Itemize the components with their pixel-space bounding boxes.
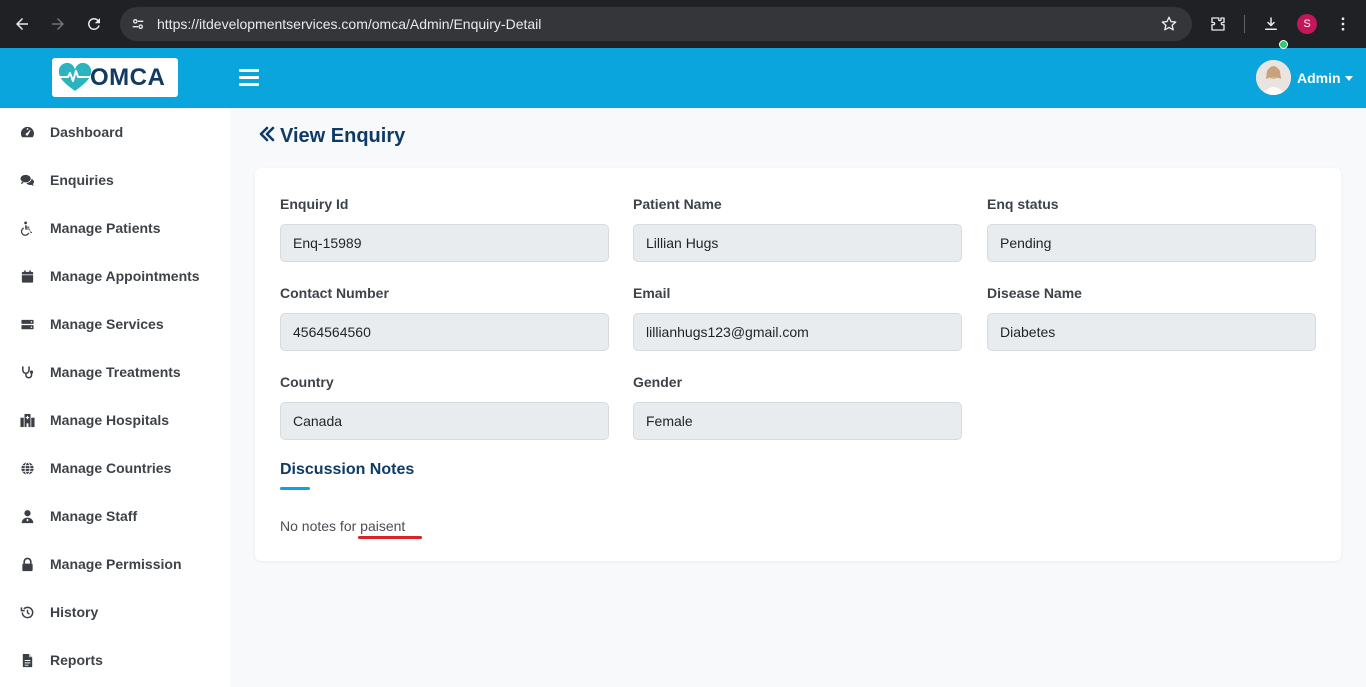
- browser-toolbar: https://itdevelopmentservices.com/omca/A…: [0, 0, 1366, 48]
- country-label: Country: [280, 374, 334, 390]
- globe-icon: [19, 460, 35, 476]
- country-field[interactable]: Canada: [280, 402, 609, 440]
- hamburger-line: [239, 69, 259, 72]
- page-title: View Enquiry: [258, 125, 405, 148]
- heart-pulse-icon: [58, 62, 92, 91]
- contact-number-label: Contact Number: [280, 285, 389, 301]
- sidebar-item-label: Manage Staff: [50, 508, 138, 524]
- file-icon: [19, 652, 35, 668]
- sidebar: Dashboard Enquiries Manage Patients Mana…: [0, 108, 230, 687]
- logo-text: OMCA: [90, 63, 166, 91]
- contact-number-field[interactable]: 4564564560: [280, 313, 609, 351]
- spellcheck-underline: [358, 536, 422, 539]
- sidebar-toggle-button[interactable]: [239, 69, 259, 86]
- enq-status-label: Enq status: [987, 196, 1059, 212]
- sidebar-item-manage-services[interactable]: Manage Services: [0, 304, 230, 344]
- sidebar-item-dashboard[interactable]: Dashboard: [0, 112, 230, 152]
- user-doctor-icon: [19, 508, 35, 524]
- email-label: Email: [633, 285, 671, 301]
- sidebar-item-label: Manage Treatments: [50, 364, 181, 380]
- sidebar-item-label: Manage Hospitals: [50, 412, 170, 428]
- sidebar-item-label: Manage Countries: [50, 460, 172, 476]
- user-menu[interactable]: Admin: [1256, 60, 1353, 95]
- sidebar-item-label: History: [50, 604, 99, 620]
- enquiry-id-label: Enquiry Id: [280, 196, 349, 212]
- caret-down-icon: [1344, 75, 1353, 81]
- lock-icon: [19, 556, 35, 572]
- sidebar-item-manage-appointments[interactable]: Manage Appointments: [0, 256, 230, 296]
- reload-icon: [87, 17, 100, 30]
- sidebar-item-manage-hospitals[interactable]: Manage Hospitals: [0, 400, 230, 440]
- heading-underline: [280, 487, 310, 490]
- sidebar-item-label: Manage Permission: [50, 556, 182, 572]
- enq-status-field[interactable]: Pending: [987, 224, 1316, 262]
- toolbar-divider: [1244, 15, 1245, 33]
- sidebar-item-label: Manage Services: [50, 316, 164, 332]
- back-chevrons-icon[interactable]: [258, 125, 276, 148]
- puzzle-icon: [1211, 17, 1225, 31]
- online-status-indicator: [1279, 40, 1288, 49]
- sidebar-item-manage-staff[interactable]: Manage Staff: [0, 496, 230, 536]
- disease-name-field[interactable]: Diabetes: [987, 313, 1316, 351]
- server-icon: [19, 316, 35, 332]
- kebab-menu-icon: [1341, 17, 1345, 31]
- profile-button[interactable]: S: [1289, 6, 1325, 42]
- calendar-icon: [19, 268, 35, 284]
- downloads-button[interactable]: [1253, 6, 1289, 42]
- page-title-text: View Enquiry: [280, 125, 406, 147]
- hospital-icon: [19, 412, 35, 428]
- enquiry-detail-card: Enquiry Id Enq-15989 Patient Name Lillia…: [255, 168, 1341, 561]
- discussion-note-text: No notes for paisent: [280, 518, 406, 534]
- sidebar-item-label: Enquiries: [50, 172, 114, 188]
- arrow-left-icon: [16, 18, 28, 30]
- email-field[interactable]: lillianhugs123@gmail.com: [633, 313, 962, 351]
- user-avatar: [1256, 60, 1291, 95]
- patient-name-field[interactable]: Lillian Hugs: [633, 224, 962, 262]
- browser-menu-button[interactable]: [1325, 6, 1361, 42]
- gender-label: Gender: [633, 374, 683, 390]
- download-icon: [1265, 17, 1277, 30]
- address-bar[interactable]: https://itdevelopmentservices.com/omca/A…: [120, 7, 1192, 41]
- gender-field[interactable]: Female: [633, 402, 962, 440]
- sidebar-item-manage-permission[interactable]: Manage Permission: [0, 544, 230, 584]
- patient-name-label: Patient Name: [633, 196, 722, 212]
- sidebar-item-history[interactable]: History: [0, 592, 230, 632]
- hamburger-line: [239, 76, 259, 79]
- arrow-right-icon: [52, 18, 64, 30]
- stethoscope-icon: [19, 364, 35, 380]
- site-settings-icon[interactable]: [122, 7, 154, 41]
- url-text[interactable]: https://itdevelopmentservices.com/omca/A…: [157, 16, 541, 32]
- sidebar-item-reports[interactable]: Reports: [0, 640, 230, 680]
- reload-button[interactable]: [76, 6, 112, 42]
- gauge-icon: [19, 124, 35, 140]
- history-icon: [19, 604, 35, 620]
- profile-avatar: S: [1297, 14, 1317, 34]
- sidebar-item-enquiries[interactable]: Enquiries: [0, 160, 230, 200]
- sidebar-item-label: Manage Patients: [50, 220, 161, 236]
- extensions-button[interactable]: [1200, 6, 1236, 42]
- sidebar-item-manage-countries[interactable]: Manage Countries: [0, 448, 230, 488]
- sidebar-item-manage-treatments[interactable]: Manage Treatments: [0, 352, 230, 392]
- discussion-notes-heading: Discussion Notes: [280, 461, 415, 478]
- hamburger-line: [239, 83, 259, 86]
- back-button[interactable]: [4, 6, 40, 42]
- sidebar-item-label: Manage Appointments: [50, 268, 200, 284]
- forward-button[interactable]: [40, 6, 76, 42]
- bookmark-star-icon[interactable]: [1160, 15, 1178, 38]
- enquiry-id-field[interactable]: Enq-15989: [280, 224, 609, 262]
- app-header: OMCA Admin: [0, 48, 1366, 108]
- sidebar-item-manage-patients[interactable]: Manage Patients: [0, 208, 230, 248]
- sidebar-item-label: Reports: [50, 652, 103, 668]
- comments-icon: [19, 172, 35, 188]
- wheelchair-icon: [19, 220, 35, 236]
- disease-name-label: Disease Name: [987, 285, 1082, 301]
- user-name: Admin: [1297, 69, 1341, 86]
- sidebar-item-label: Dashboard: [50, 124, 124, 140]
- omca-logo[interactable]: OMCA: [52, 58, 178, 97]
